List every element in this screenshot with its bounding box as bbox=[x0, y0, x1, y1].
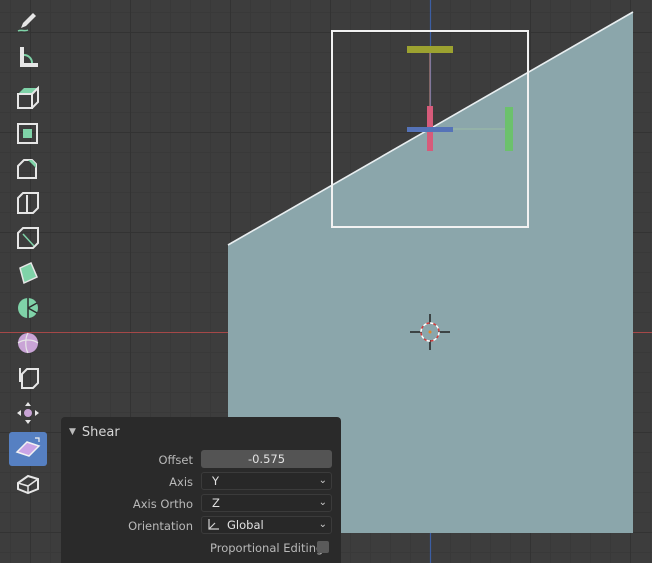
pencil-icon bbox=[17, 13, 36, 32]
chevron-down-icon: ⌄ bbox=[318, 497, 327, 508]
offset-row: Offset -0.575 bbox=[61, 450, 341, 470]
smooth-tool[interactable] bbox=[9, 327, 47, 361]
rip-region-tool[interactable] bbox=[9, 467, 47, 501]
knife-tool[interactable] bbox=[9, 222, 47, 256]
orientation-row: Orientation Global ⌄ bbox=[61, 516, 341, 536]
inset-faces-tool[interactable] bbox=[9, 117, 47, 151]
orientation-dropdown[interactable]: Global ⌄ bbox=[201, 516, 332, 534]
orientation-value: Global bbox=[227, 518, 264, 532]
ruler-icon bbox=[20, 47, 38, 67]
poly-build-icon bbox=[19, 262, 38, 285]
axis-ortho-row: Axis Ortho Z ⌄ bbox=[61, 494, 341, 514]
axis-label: Axis bbox=[169, 475, 193, 489]
offset-field[interactable]: -0.575 bbox=[201, 450, 332, 468]
smooth-icon bbox=[17, 332, 39, 354]
bevel-icon bbox=[17, 159, 37, 179]
poly-build-tool[interactable] bbox=[9, 257, 47, 291]
gizmo-center-horizontal-handle[interactable] bbox=[407, 127, 453, 132]
panel-title: Shear bbox=[81, 424, 120, 440]
bevel-tool[interactable] bbox=[9, 152, 47, 186]
gizmo-right-handle[interactable] bbox=[505, 107, 513, 151]
collapse-triangle-icon[interactable]: ▼ bbox=[69, 427, 76, 437]
axis-dropdown[interactable]: Y ⌄ bbox=[201, 472, 332, 490]
offset-label: Offset bbox=[158, 453, 193, 467]
measure-tool[interactable] bbox=[9, 41, 47, 75]
inset-icon bbox=[17, 123, 38, 144]
panel-header[interactable]: ▼ Shear bbox=[69, 423, 120, 441]
gizmo-top-handle[interactable] bbox=[407, 46, 453, 53]
chevron-down-icon: ⌄ bbox=[318, 475, 327, 486]
axis-ortho-dropdown[interactable]: Z ⌄ bbox=[201, 494, 332, 512]
proportional-editing-label: Proportional Editing bbox=[210, 541, 324, 555]
axis-ortho-label: Axis Ortho bbox=[132, 497, 193, 511]
shear-operator-panel: ▼ Shear Offset -0.575 Axis Y ⌄ Axis Orth… bbox=[61, 417, 341, 563]
chevron-down-icon: ⌄ bbox=[318, 519, 327, 530]
rip-icon bbox=[17, 474, 39, 495]
spin-icon bbox=[18, 298, 38, 318]
axis-ortho-value: Z bbox=[212, 496, 220, 510]
axis-value: Y bbox=[212, 474, 220, 488]
extrude-icon bbox=[17, 85, 39, 109]
knife-icon bbox=[17, 227, 39, 249]
proportional-editing-row: Proportional Editing bbox=[61, 538, 341, 558]
loop-cut-icon bbox=[17, 192, 39, 214]
shear-icon bbox=[15, 437, 41, 457]
loop-cut-tool[interactable] bbox=[9, 187, 47, 221]
edge-slide-tool[interactable] bbox=[9, 362, 47, 396]
orientation-global-icon bbox=[208, 519, 219, 530]
axis-row: Axis Y ⌄ bbox=[61, 472, 341, 492]
spin-tool[interactable] bbox=[9, 292, 47, 326]
proportional-editing-checkbox[interactable] bbox=[317, 541, 329, 553]
shear-tool[interactable] bbox=[9, 432, 47, 466]
annotate-tool[interactable] bbox=[9, 4, 47, 38]
edge-slide-icon bbox=[19, 368, 39, 389]
shrink-fatten-icon bbox=[17, 402, 39, 424]
orientation-label: Orientation bbox=[128, 519, 193, 533]
extrude-region-tool[interactable] bbox=[9, 82, 47, 116]
shrink-fatten-tool[interactable] bbox=[9, 397, 47, 431]
